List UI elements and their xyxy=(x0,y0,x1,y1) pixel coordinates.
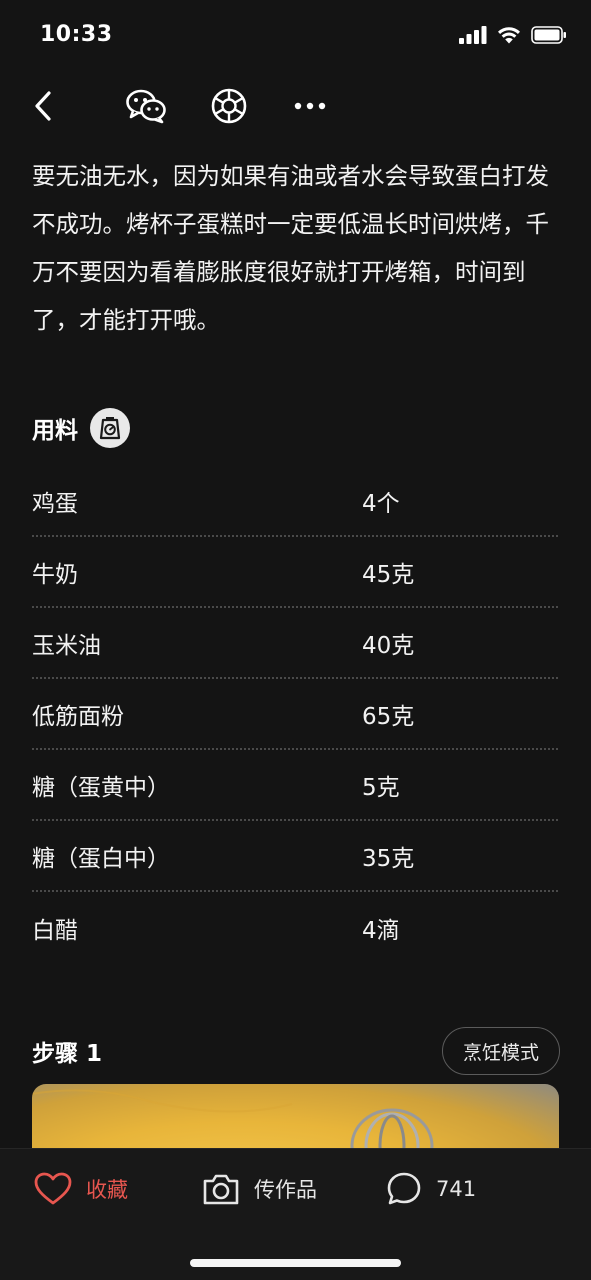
status-icons xyxy=(459,26,567,44)
ingredient-row: 糖（蛋黄中） 5克 xyxy=(32,750,558,821)
ingredient-amount: 65克 xyxy=(362,703,415,730)
upload-work-button[interactable]: 传作品 xyxy=(202,1167,317,1211)
share-wechat-button[interactable] xyxy=(124,84,168,128)
kitchen-scale-icon xyxy=(99,417,121,440)
ingredient-amount: 5克 xyxy=(362,774,400,801)
recipe-intro-text: 要无油无水，因为如果有油或者水会导致蛋白打发不成功。烤杯子蛋糕时一定要低温长时间… xyxy=(32,162,549,334)
wifi-icon xyxy=(498,27,520,44)
signal-icon xyxy=(459,26,487,44)
ingredient-amount: 40克 xyxy=(362,632,415,659)
step-title: 步骤 1 xyxy=(32,1041,103,1067)
ingredients-list: 鸡蛋 4个 牛奶 45克 玉米油 40克 低筋面粉 65克 糖（蛋黄中） 5克 … xyxy=(32,466,558,963)
share-moments-button[interactable] xyxy=(207,84,251,128)
status-time: 10:33 xyxy=(40,22,113,47)
ingredient-name: 糖（蛋白中） xyxy=(32,845,170,872)
ingredient-row: 牛奶 45克 xyxy=(32,537,558,608)
back-button[interactable] xyxy=(22,84,66,128)
more-button[interactable] xyxy=(288,84,332,128)
battery-icon xyxy=(531,26,566,44)
upload-work-label: 传作品 xyxy=(254,1178,317,1202)
ingredient-name: 低筋面粉 xyxy=(32,703,124,730)
status-bar: 10:33 xyxy=(0,0,591,72)
comment-bubble-icon xyxy=(387,1172,421,1205)
ingredient-name: 鸡蛋 xyxy=(32,490,78,517)
favorite-button[interactable]: 收藏 xyxy=(34,1167,128,1211)
wechat-icon xyxy=(126,89,166,124)
bottom-action-bar: 收藏 传作品 741 xyxy=(0,1148,591,1280)
ingredients-title: 用料 xyxy=(32,418,78,444)
comment-count: 741 xyxy=(436,1177,477,1201)
moments-icon xyxy=(211,88,247,124)
camera-icon xyxy=(203,1174,239,1205)
ingredient-amount: 4个 xyxy=(362,490,400,517)
comments-button[interactable]: 741 xyxy=(386,1167,476,1211)
ingredient-amount: 4滴 xyxy=(362,917,400,944)
ingredient-row: 玉米油 40克 xyxy=(32,608,558,679)
favorite-label: 收藏 xyxy=(86,1178,128,1202)
heart-icon xyxy=(34,1172,72,1205)
ingredient-name: 糖（蛋黄中） xyxy=(32,774,170,801)
home-indicator xyxy=(190,1259,401,1267)
ingredients-header: 用料 xyxy=(32,408,130,448)
ingredient-name: 白醋 xyxy=(32,917,78,944)
step-header: 步骤 1 烹饪模式 xyxy=(32,1026,560,1076)
ingredient-amount: 35克 xyxy=(362,845,415,872)
ingredient-name: 牛奶 xyxy=(32,561,78,588)
more-icon xyxy=(294,102,326,110)
ingredient-row: 白醋 4滴 xyxy=(32,892,558,963)
ingredient-name: 玉米油 xyxy=(32,632,101,659)
ingredient-amount: 45克 xyxy=(362,561,415,588)
ingredient-row: 鸡蛋 4个 xyxy=(32,466,558,537)
ingredient-row: 低筋面粉 65克 xyxy=(32,679,558,750)
scale-button[interactable] xyxy=(90,408,130,448)
cook-mode-button[interactable]: 烹饪模式 xyxy=(441,1027,560,1075)
nav-bar xyxy=(0,78,591,130)
ingredient-row: 糖（蛋白中） 35克 xyxy=(32,821,558,892)
back-arrow-icon xyxy=(35,91,51,121)
